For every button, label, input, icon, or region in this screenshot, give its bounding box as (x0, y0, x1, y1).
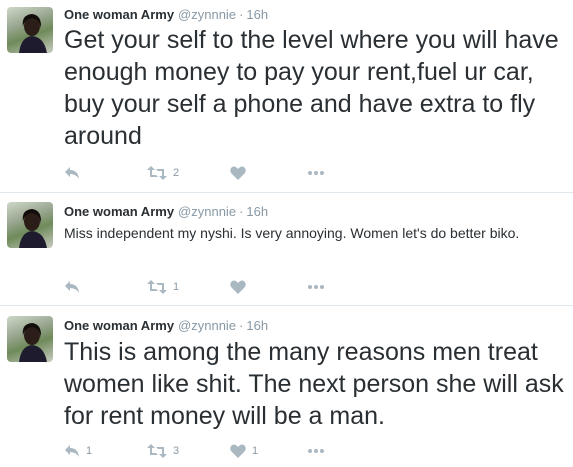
retweet-count: 2 (173, 167, 180, 179)
reply-icon (65, 167, 79, 179)
like-button[interactable] (230, 278, 252, 296)
like-icon (230, 166, 246, 180)
avatar[interactable] (7, 202, 53, 248)
more-button[interactable] (307, 164, 325, 182)
user-handle[interactable]: @zynnnie (178, 7, 236, 22)
timestamp[interactable]: 16h (246, 318, 268, 333)
tweet[interactable]: One woman Army @zynnnie · 16h This is among… (0, 306, 573, 467)
like-button[interactable] (230, 164, 252, 182)
more-icon (308, 449, 324, 453)
tweet-text: Miss independent my nyshi. Is very annoy… (64, 225, 520, 241)
timestamp[interactable]: 16h (246, 204, 268, 219)
separator: · (239, 204, 244, 219)
more-icon (308, 285, 324, 289)
user-name[interactable]: One woman Army (64, 7, 174, 22)
user-name[interactable]: One woman Army (64, 204, 174, 219)
user-handle[interactable]: @zynnnie (178, 204, 236, 219)
retweet-count: 1 (173, 281, 180, 293)
retweet-icon (147, 166, 167, 180)
reply-button[interactable] (64, 164, 86, 182)
like-icon (230, 280, 246, 294)
tweet-actions: 1 3 1 (64, 442, 364, 460)
tweet-text: This is among the many reasons men treat… (64, 338, 564, 430)
user-name[interactable]: One woman Army (64, 318, 174, 333)
separator: · (239, 7, 244, 22)
reply-button[interactable]: 1 (64, 442, 92, 460)
tweet-actions: 1 (64, 278, 364, 296)
like-count: 1 (252, 445, 259, 457)
more-button[interactable] (307, 442, 325, 460)
avatar[interactable] (7, 7, 53, 53)
tweet[interactable]: One woman Army @zynnnie · 16h Get your self… (0, 0, 573, 193)
reply-icon (65, 281, 79, 293)
more-icon (308, 171, 324, 175)
tweet-header: One woman Army @zynnnie · 16h (64, 7, 268, 23)
more-button[interactable] (307, 278, 325, 296)
separator: · (239, 318, 244, 333)
like-icon (230, 444, 246, 458)
timestamp[interactable]: 16h (246, 7, 268, 22)
retweet-button[interactable]: 2 (147, 164, 179, 182)
tweet-text: Get your self to the level where you wil… (64, 26, 559, 150)
reply-button[interactable] (64, 278, 86, 296)
avatar[interactable] (7, 316, 53, 362)
tweet[interactable]: One woman Army @zynnnie · 16h Miss independ… (0, 193, 573, 306)
reply-count: 1 (86, 445, 93, 457)
tweet-header: One woman Army @zynnnie · 16h (64, 318, 268, 334)
retweet-button[interactable]: 1 (147, 278, 179, 296)
user-handle[interactable]: @zynnnie (178, 318, 236, 333)
retweet-count: 3 (173, 445, 180, 457)
retweet-button[interactable]: 3 (147, 442, 179, 460)
tweet-actions: 2 (64, 164, 364, 182)
retweet-icon (147, 444, 167, 458)
reply-icon (65, 445, 79, 457)
tweet-header: One woman Army @zynnnie · 16h (64, 204, 268, 220)
retweet-icon (147, 280, 167, 294)
like-button[interactable]: 1 (230, 442, 258, 460)
